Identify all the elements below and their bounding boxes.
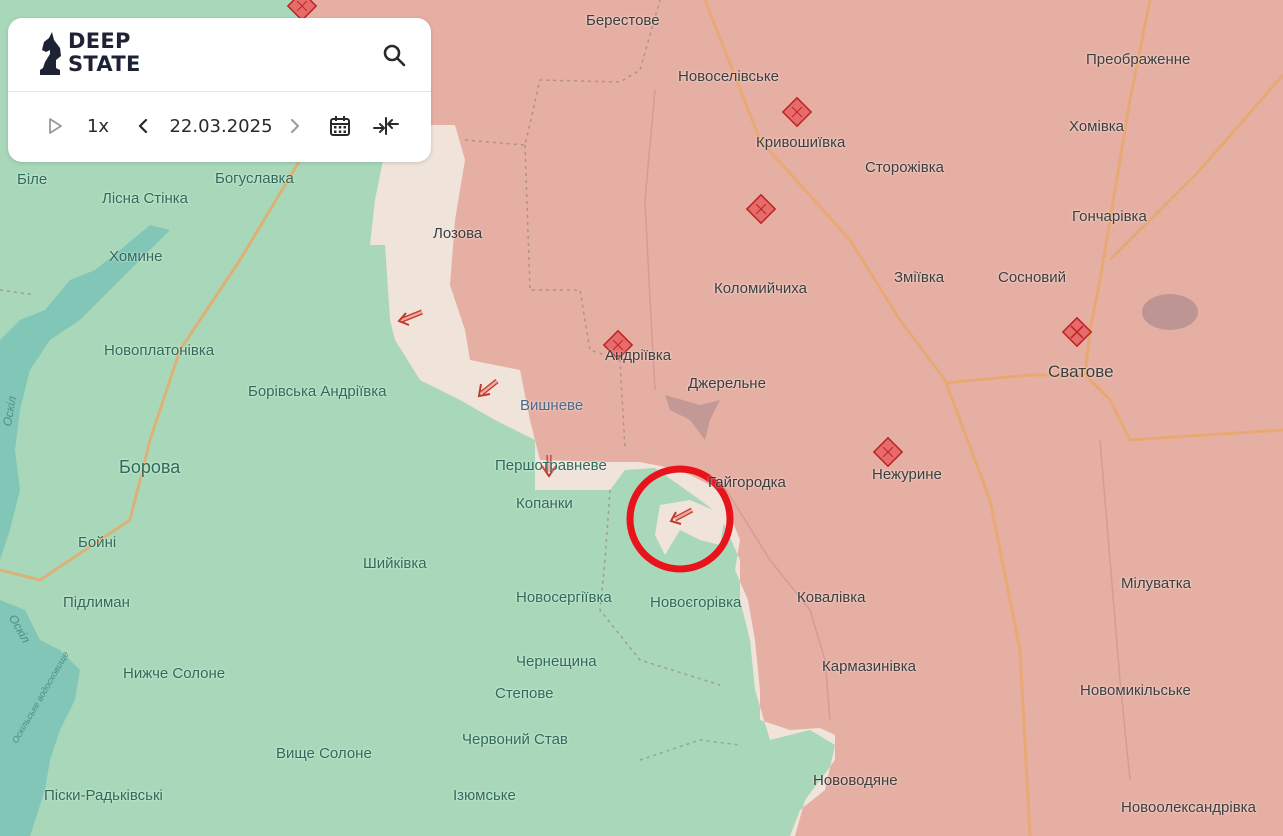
compare-button[interactable] [370, 110, 402, 142]
place-label: Коломийчиха [714, 280, 807, 297]
place-label: Кривошиївка [756, 134, 846, 151]
place-label: Гайгородка [708, 474, 786, 491]
place-label: Хомине [109, 248, 163, 265]
place-label: Степове [495, 685, 554, 702]
place-label: Берестове [586, 12, 660, 29]
place-label: Чернещина [516, 653, 597, 670]
speed-button[interactable]: 1x [80, 110, 116, 142]
place-label: Бойні [78, 534, 117, 551]
logo-line1: DEEP [68, 29, 131, 53]
place-label: Богуславка [215, 170, 294, 187]
place-label: Біле [17, 171, 48, 188]
compare-arrows-icon [373, 117, 399, 135]
place-label: Вишневе [520, 397, 584, 414]
place-label: Новомикільське [1080, 682, 1191, 699]
calendar-button[interactable] [326, 110, 354, 142]
place-label: Новосергіївка [516, 589, 612, 606]
place-label: Ковалівка [797, 589, 866, 606]
place-label: Преображенне [1086, 51, 1191, 68]
place-label: Борівська Андріївка [248, 383, 387, 400]
place-label: Нежурине [872, 466, 942, 483]
knight-icon [40, 32, 61, 75]
place-label: Борова [119, 457, 181, 477]
place-label: Сватове [1048, 362, 1114, 381]
chevron-right-icon [290, 118, 300, 134]
calendar-icon [330, 116, 350, 136]
place-label: Нижче Солоне [123, 665, 226, 682]
place-label: Мілуватка [1121, 575, 1191, 592]
place-label: Новоселівське [678, 68, 779, 85]
place-label: Лісна Стінка [102, 190, 189, 207]
place-label: Новоєгорівка [650, 594, 742, 611]
place-label: Вище Солоне [276, 745, 372, 762]
place-label: Андріївка [605, 347, 672, 364]
date-display[interactable]: 22.03.2025 [166, 110, 276, 142]
prev-date-button[interactable] [132, 110, 154, 142]
place-label: Сосновий [998, 269, 1067, 286]
place-label: Новоплатонівка [104, 342, 215, 359]
next-date-button[interactable] [284, 110, 306, 142]
place-label: Сторожівка [865, 159, 944, 176]
logo-text: DEEP STATE [68, 30, 141, 76]
logo-line2: STATE [68, 52, 141, 76]
place-label: Копанки [516, 495, 573, 512]
place-label: Лозова [433, 225, 483, 242]
place-label: Піски-Радьківські [44, 787, 163, 804]
play-button[interactable] [44, 110, 66, 142]
place-label: Червоний Став [462, 731, 568, 748]
place-label: Джерельне [688, 375, 766, 392]
place-label: Новоолександрівка [1121, 799, 1256, 816]
search-button[interactable] [379, 40, 411, 72]
chevron-left-icon [138, 118, 148, 134]
place-label: Нововодяне [813, 772, 898, 789]
place-label: Ізюмське [453, 787, 516, 804]
play-icon [49, 118, 62, 134]
place-label: Першотравневе [495, 457, 607, 474]
panel-divider [8, 91, 431, 92]
control-panel: DEEP STATE 1x 22.03.2025 [8, 18, 431, 162]
place-label: Зміївка [894, 269, 945, 286]
place-label: Кармазинівка [822, 658, 916, 675]
place-label: Гончарівка [1072, 208, 1147, 225]
lake [1142, 294, 1198, 330]
place-label: Підлиман [63, 594, 130, 611]
place-label: Шийківка [363, 555, 427, 572]
search-icon [383, 44, 406, 67]
place-label: Хомівка [1069, 118, 1125, 135]
